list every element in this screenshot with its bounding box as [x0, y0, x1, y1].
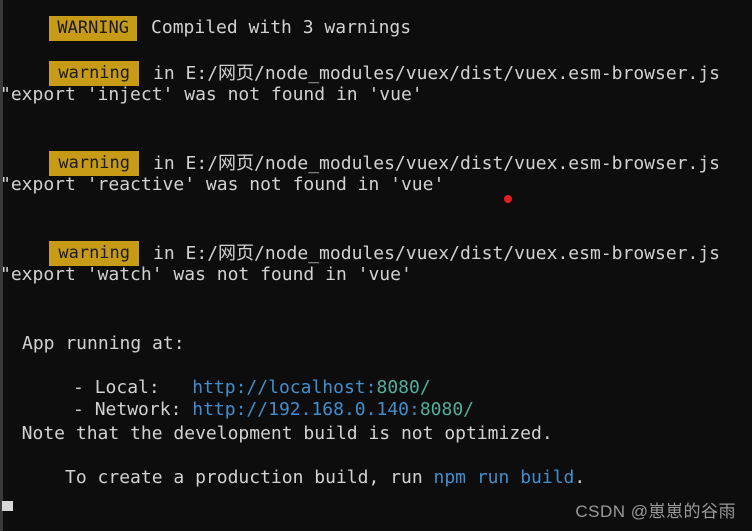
warning-location-text: in E:/网页/node_modules/vuex/dist/vuex.esm… [153, 242, 721, 264]
warning-detail-line: "export 'watch' was not found in 'vue' [0, 264, 412, 285]
terminal-window[interactable]: WARNING Compiled with 3 warnings warning i… [0, 0, 752, 531]
warning-badge: warning [49, 241, 140, 266]
csdn-watermark: CSDN @崽崽的谷雨 [575, 502, 736, 521]
note-suffix-text: . [574, 467, 586, 488]
network-url-port[interactable]: 8080/ [420, 399, 474, 420]
note-line-optimized: Note that the development build is not o… [0, 423, 553, 444]
app-running-heading: App running at: [22, 333, 185, 354]
warning-badge: warning [49, 151, 140, 176]
compile-summary-text: Compiled with 3 warnings [151, 17, 412, 38]
network-url-link[interactable]: http://192.168.0.140: [192, 399, 420, 420]
npm-run-build-command: npm run build [433, 467, 575, 488]
warning-detail-line: "export 'inject' was not found in 'vue' [0, 84, 423, 105]
warning-badge: warning [49, 61, 140, 86]
note-line-production: To create a production build, run npm ru… [0, 445, 585, 511]
note-prefix-text: To create a production build, run [43, 467, 434, 488]
warning-location-text: in E:/网页/node_modules/vuex/dist/vuex.esm… [153, 62, 721, 84]
warning-detail-line: "export 'reactive' was not found in 'vue… [0, 174, 445, 195]
network-label: - Network: [51, 399, 193, 420]
window-left-edge-stripe [0, 0, 3, 531]
warning-location-text: in E:/网页/node_modules/vuex/dist/vuex.esm… [153, 152, 721, 174]
terminal-block-cursor [2, 501, 13, 511]
mouse-pointer-dot [504, 195, 512, 203]
warning-summary-badge: WARNING [49, 16, 138, 41]
